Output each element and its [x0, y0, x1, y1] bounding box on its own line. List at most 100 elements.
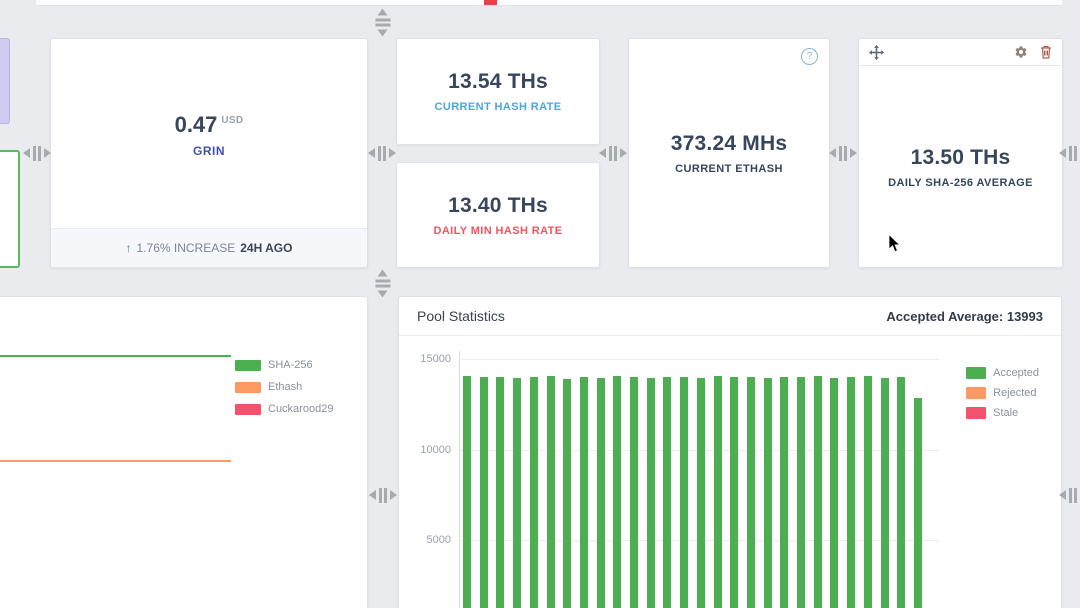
pool-statistics-chart: Accepted Rejected Stale 5000 10000 15000: [399, 335, 1061, 608]
grin-change-text: 1.76% INCREASE: [136, 241, 236, 255]
legend-swatch-sha-256: [235, 359, 261, 371]
legend-label: SHA-256: [268, 359, 313, 371]
bar-accepted: [813, 375, 822, 608]
bar-accepted: [730, 377, 739, 608]
legend-item: Cuckarood29: [235, 403, 333, 415]
legend-label: Ethash: [268, 381, 303, 393]
resize-handle[interactable]: [368, 7, 398, 37]
trash-icon[interactable]: [1040, 45, 1052, 59]
bar-accepted: [847, 377, 856, 608]
pool-statistics-title: Pool Statistics: [417, 308, 505, 324]
legend-item: Accepted: [966, 367, 1039, 379]
widget-edit-toolbar: [859, 39, 1062, 66]
cutoff-widget-left-bottom: [0, 150, 20, 268]
hashrate-legend: SHA-256 Ethash Cuckarood29: [235, 359, 333, 415]
resize-handle[interactable]: [598, 138, 628, 168]
grin-change-footer: ↑ 1.76% INCREASE 24H AGO: [51, 228, 367, 267]
y-tick-label: 10000: [420, 443, 451, 456]
bar-accepted: [680, 377, 689, 608]
legend-item: Stale: [966, 407, 1039, 419]
move-icon[interactable]: [869, 44, 884, 60]
daily-sha256-average-value: 13.50 THs: [910, 145, 1011, 169]
gridline: [459, 359, 939, 360]
cutoff-red-widget: [484, 0, 497, 5]
legend-label: Stale: [993, 407, 1019, 419]
help-icon[interactable]: ?: [801, 48, 818, 65]
bar-accepted: [746, 376, 755, 608]
resize-handle[interactable]: [368, 268, 398, 298]
widget-current-hash-rate: 13.54 THs CURRENT HASH RATE: [396, 38, 600, 145]
grin-price-unit: USD: [221, 115, 244, 126]
bar-accepted: [797, 377, 805, 608]
gear-icon[interactable]: [1014, 45, 1028, 59]
bar-accepted: [463, 376, 471, 608]
legend-swatch-accepted: [966, 367, 987, 379]
cutoff-widget-left-top: [0, 38, 10, 124]
current-hash-rate-value: 13.54 THs: [448, 70, 548, 93]
widget-pool-statistics: Pool Statistics Accepted Average: 13993 …: [398, 296, 1062, 608]
resize-handle[interactable]: [367, 138, 397, 168]
bar-accepted: [663, 376, 672, 608]
widget-daily-sha256-average: 13.50 THs DAILY SHA-256 AVERAGE: [858, 38, 1063, 268]
bar-accepted: [913, 397, 922, 608]
cutoff-widget-top: [36, 0, 1062, 6]
current-ethash-label: CURRENT ETHASH: [675, 162, 783, 175]
pool-legend: Accepted Rejected Stale: [966, 367, 1039, 419]
resize-handle[interactable]: [828, 138, 858, 168]
bar-accepted: [863, 376, 872, 608]
legend-swatch-ethash: [235, 381, 261, 393]
grin-price-value: 0.47: [174, 112, 218, 137]
resize-handle[interactable]: [1058, 480, 1080, 510]
bar-accepted: [696, 378, 705, 608]
daily-min-hash-rate-label: DAILY MIN HASH RATE: [433, 224, 563, 237]
widget-current-ethash: ? 373.24 MHs CURRENT ETHASH: [628, 38, 830, 268]
grin-change-when: 24H AGO: [240, 241, 293, 255]
bar-accepted: [563, 378, 572, 608]
bar-accepted: [529, 377, 538, 608]
resize-handle[interactable]: [1058, 138, 1080, 168]
bar-accepted: [546, 375, 555, 608]
legend-item: Rejected: [966, 387, 1039, 399]
legend-label: Rejected: [993, 387, 1037, 399]
bar-accepted: [596, 377, 605, 608]
mining-dashboard: 0.47 USD GRIN ↑ 1.76% INCREASE 24H AGO 1…: [0, 0, 1080, 608]
series-line-sha-256: [0, 355, 231, 357]
widget-daily-min-hash-rate: 13.40 THs DAILY MIN HASH RATE: [396, 162, 600, 268]
y-axis: [459, 351, 460, 608]
bar-accepted: [496, 376, 505, 608]
series-line-ethash: [0, 460, 231, 462]
bar-accepted: [513, 378, 522, 608]
accepted-average: Accepted Average: 13993: [886, 308, 1043, 324]
bar-accepted: [880, 377, 889, 608]
legend-item: SHA-256: [235, 359, 333, 371]
daily-sha256-average-label: DAILY SHA-256 AVERAGE: [888, 176, 1033, 189]
bar-accepted: [780, 376, 789, 608]
bar-accepted: [613, 376, 622, 608]
legend-swatch-stale: [966, 407, 987, 419]
bar-accepted: [479, 377, 488, 608]
bar-accepted: [897, 376, 906, 608]
daily-min-hash-rate-value: 13.40 THs: [448, 193, 548, 217]
legend-label: Cuckarood29: [268, 403, 334, 415]
help-glyph: ?: [806, 51, 813, 62]
legend-item: Ethash: [235, 381, 333, 393]
widget-grin-price: 0.47 USD GRIN ↑ 1.76% INCREASE 24H AGO: [50, 38, 368, 268]
y-tick-label: 5000: [426, 534, 451, 546]
resize-handle[interactable]: [22, 138, 52, 168]
current-hash-rate-label: CURRENT HASH RATE: [434, 101, 562, 113]
current-ethash-value: 373.24 MHs: [670, 131, 788, 155]
up-arrow-icon: ↑: [125, 241, 132, 255]
bar-accepted: [579, 376, 588, 608]
legend-swatch-cuckarood29: [235, 403, 261, 415]
legend-swatch-rejected: [966, 387, 987, 399]
grin-name: GRIN: [193, 144, 225, 158]
bar-accepted: [646, 377, 655, 608]
bar-accepted: [713, 376, 722, 608]
pool-statistics-header: Pool Statistics Accepted Average: 13993: [399, 297, 1061, 336]
resize-handle[interactable]: [368, 480, 398, 510]
legend-label: Accepted: [993, 367, 1039, 379]
bar-accepted: [630, 377, 638, 608]
y-tick-label: 15000: [420, 353, 451, 365]
bar-accepted: [763, 378, 772, 608]
widget-hashrate-chart: SHA-256 Ethash Cuckarood29: [0, 296, 368, 608]
